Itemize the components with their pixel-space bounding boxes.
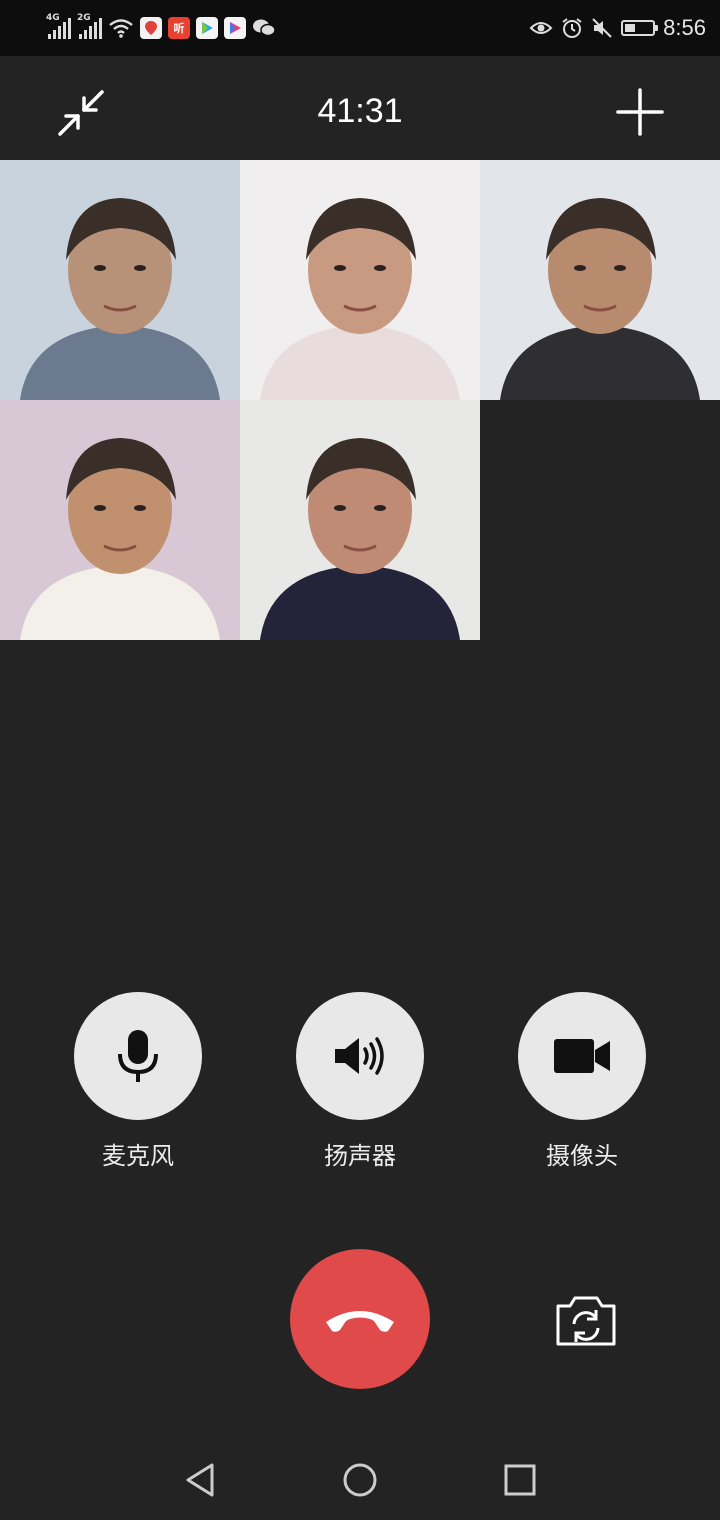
microphone-button[interactable] [74, 992, 202, 1120]
hang-up-button[interactable] [290, 1249, 430, 1389]
status-bar: 4G 2G 听 8:56 [0, 0, 720, 56]
participant-video-frame [480, 160, 720, 400]
mute-icon [592, 18, 612, 38]
recent-apps-icon[interactable] [500, 1460, 540, 1500]
participant-video-grid [0, 160, 720, 640]
camera-control: 摄像头 [518, 992, 646, 1171]
participant-video-5[interactable] [240, 400, 480, 640]
home-icon[interactable] [340, 1460, 380, 1500]
back-icon[interactable] [180, 1460, 220, 1500]
status-bar-left: 4G 2G 听 [46, 12, 276, 44]
participant-video-1[interactable] [0, 160, 240, 400]
participant-video-frame [240, 400, 480, 640]
participant-video-2[interactable] [240, 160, 480, 400]
participant-video-frame [0, 160, 240, 400]
microphone-icon [118, 1030, 158, 1082]
wechat-icon [253, 19, 276, 37]
switch-camera-icon[interactable] [554, 1294, 618, 1348]
speaker-label: 扬声器 [324, 1142, 396, 1170]
camera-button[interactable] [518, 992, 646, 1120]
youku-app-icon [224, 17, 246, 39]
microphone-control: 麦克风 [74, 992, 202, 1171]
wifi-icon [109, 19, 133, 38]
speaker-button[interactable] [296, 992, 424, 1120]
ting-app-glyph: 听 [173, 22, 185, 35]
eye-comfort-icon [529, 22, 553, 34]
add-participant-icon[interactable] [616, 88, 664, 136]
alarm-icon [562, 18, 582, 38]
participant-video-4[interactable] [0, 400, 240, 640]
microphone-label: 麦克风 [102, 1142, 174, 1170]
call-top-bar: 41:31 [0, 56, 720, 160]
battery-icon [621, 20, 659, 36]
participant-video-frame [240, 160, 480, 400]
status-time: 8:56 [663, 15, 706, 40]
ting-app-icon: 听 [168, 17, 190, 39]
participant-video-frame [0, 400, 240, 640]
location-app-icon [140, 17, 162, 39]
speaker-control: 扬声器 [296, 992, 424, 1171]
system-navigation-bar [0, 1440, 720, 1520]
call-timer: 41:31 [317, 92, 403, 130]
speaker-icon [335, 1037, 384, 1075]
network-type-1: 4G [46, 13, 60, 23]
hang-up-phone-icon [326, 1311, 394, 1332]
camera-label: 摄像头 [546, 1142, 618, 1170]
signal-strength-icon-2: 2G [77, 13, 102, 39]
status-bar-right: 8:56 [529, 12, 706, 44]
video-app-icon [196, 17, 218, 39]
video-camera-icon [554, 1039, 610, 1073]
signal-strength-icon: 4G [46, 13, 71, 39]
participant-video-3[interactable] [480, 160, 720, 400]
network-type-2: 2G [77, 13, 91, 23]
